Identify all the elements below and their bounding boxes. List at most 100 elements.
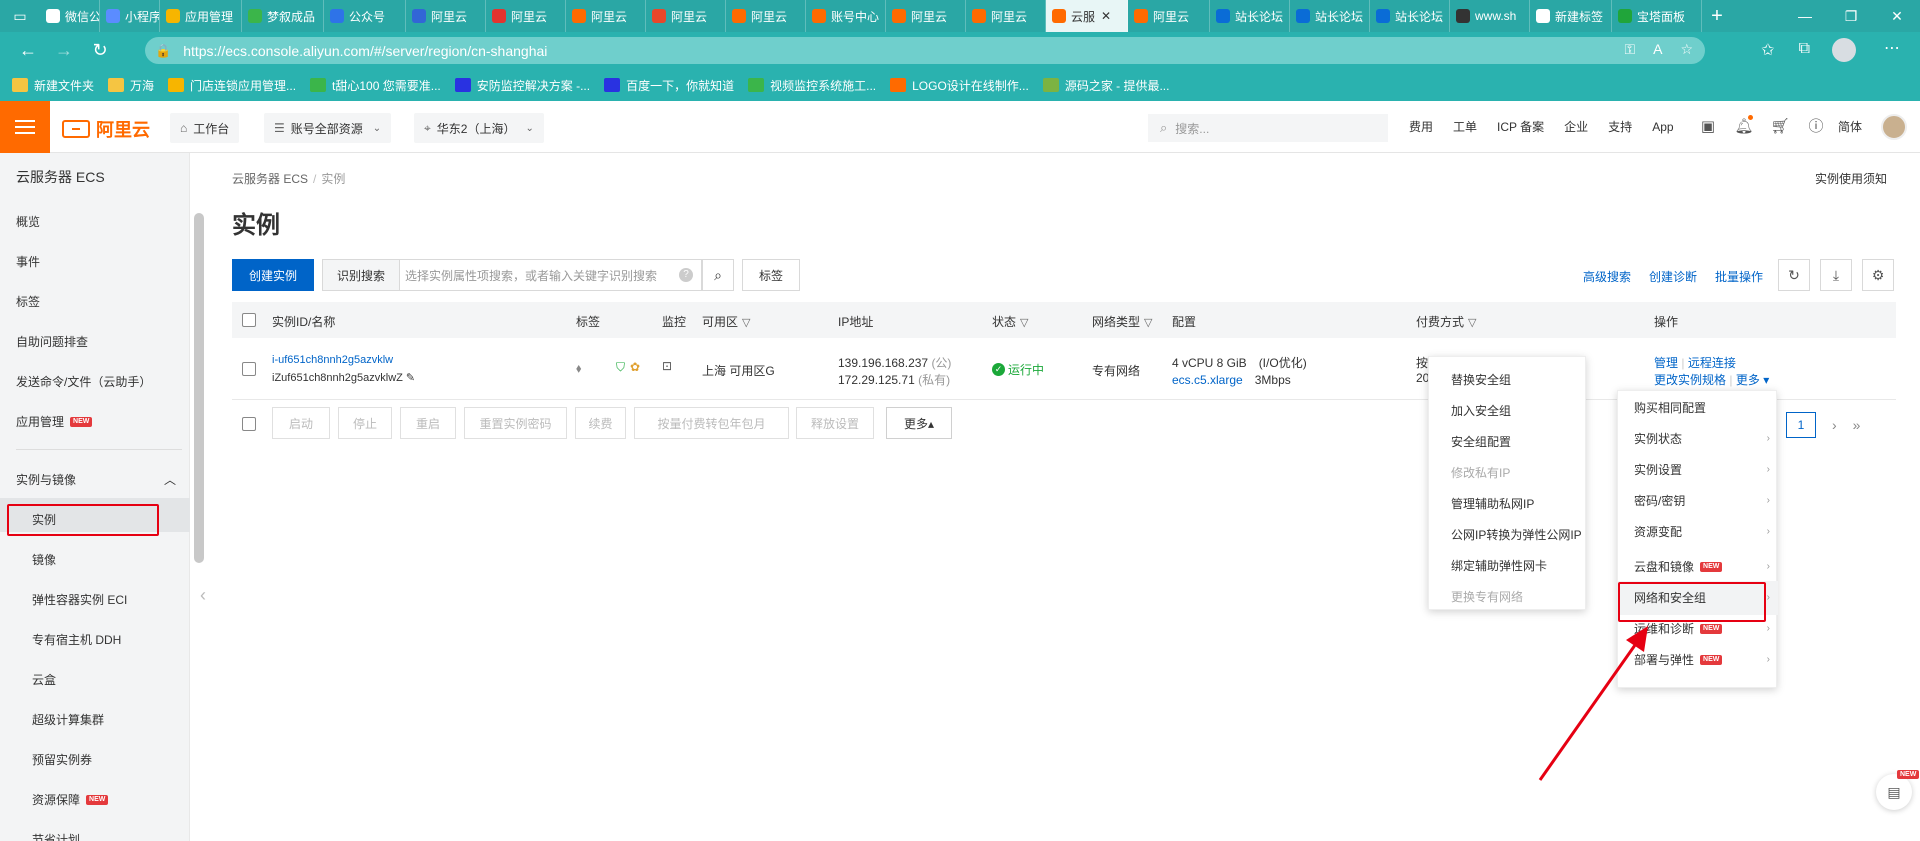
batch-operation-link[interactable]: 批量操作 [1715,268,1763,285]
bookmark-item[interactable]: 视频监控系统施工... [748,77,876,94]
browser-tab[interactable]: 梦叙成品 [242,0,324,32]
sidebar-item[interactable]: 超级计算集群 [32,711,104,728]
col-status[interactable]: 状态 ▽ [992,313,1028,330]
col-network[interactable]: 网络类型 ▽ [1092,313,1152,330]
region-select[interactable]: ⌖ 华东2（上海） ⌄ [414,113,544,143]
more-menu-item[interactable]: 云盘和镜像 NEW › [1634,558,1770,575]
more-menu-item[interactable]: 实例设置 › [1634,461,1770,478]
bookmark-item[interactable]: t甜心100 您需要准... [310,77,441,94]
terminal-icon[interactable]: ▣ [1690,117,1726,135]
sidebar-item[interactable]: 资源保障 NEW [32,791,109,808]
top-link[interactable]: 企业 [1564,118,1588,135]
back-icon[interactable]: ← [10,32,46,69]
browser-tab[interactable]: 账号中心 [806,0,886,32]
close-window-icon[interactable]: ✕ [1874,0,1920,32]
user-avatar[interactable] [1881,114,1907,140]
bookmark-item[interactable]: 新建文件夹 [12,77,94,94]
language-switch[interactable]: 简体 [1838,118,1862,135]
browser-tab[interactable]: 新建标签 [1530,0,1612,32]
browser-tab[interactable]: 阿里云 [1128,0,1210,32]
search-button[interactable]: ⌕ [702,259,734,291]
more-menu-item[interactable]: 密码/密钥 › [1634,492,1770,509]
sidebar-group-instances[interactable]: 实例与镜像 ︿ [16,471,176,488]
bookmark-item[interactable]: 万海 [108,77,154,94]
account-scope-select[interactable]: ☰ 账号全部资源 ⌄ [264,113,392,143]
more-menu-item[interactable]: 购买相同配置 [1634,399,1770,416]
url-field[interactable]: 🔒 https://ecs.console.aliyun.com/#/serve… [145,37,1705,64]
favorites-icon[interactable]: ✩ [1761,40,1774,60]
console-search-input[interactable]: ⌕ 搜索... [1148,114,1388,142]
sidebar-item[interactable]: 专有宿主机 DDH [32,631,121,648]
col-zone[interactable]: 可用区 ▽ [702,313,750,330]
page-1-button[interactable]: 1 [1786,412,1816,438]
collections-icon[interactable]: ⧉ [1799,40,1810,60]
row-checkbox[interactable] [242,362,256,376]
edit-icon[interactable]: ✎ [406,372,415,384]
sidebar-item[interactable]: 自助问题排查 [16,333,88,350]
change-spec-link[interactable]: 更改实例规格 [1654,373,1726,387]
bulk-select-checkbox[interactable] [242,417,256,431]
browser-tab[interactable]: 阿里云 [726,0,806,32]
bulk-action-button[interactable]: 启动 [272,407,330,439]
network-menu-item[interactable]: 公网IP转换为弹性公网IP [1451,526,1582,543]
sidebar-scrollbar[interactable] [194,213,204,563]
last-page-icon[interactable]: » [1853,417,1861,433]
instance-id-link[interactable]: i-uf651ch8nnh2g5azvklw [272,354,393,366]
browser-tab[interactable]: 阿里云 [566,0,646,32]
more-actions-link[interactable]: 更多 ▾ [1736,373,1769,387]
browser-tab[interactable]: 站长论坛 [1290,0,1370,32]
key-icon[interactable]: ⚿ [1624,41,1635,58]
create-diagnosis-link[interactable]: 创建诊断 [1649,268,1697,285]
top-link[interactable]: ICP 备案 [1497,118,1544,135]
sidebar-item[interactable]: 应用管理 NEW [16,413,93,430]
bell-icon[interactable]: 🔔︎ [1726,114,1762,135]
tab-actions-icon[interactable]: ▭ [0,0,40,32]
security-shield-icon[interactable]: ⛉ [616,360,625,375]
sidebar-collapse-icon[interactable]: ‹ [200,565,214,625]
col-billing[interactable]: 付费方式 ▽ [1416,313,1476,330]
more-menu-item[interactable]: 实例状态 › [1634,430,1770,447]
network-menu-item[interactable]: 绑定辅助弹性网卡 [1451,557,1547,574]
browser-tab[interactable]: www.sh [1450,0,1530,32]
bookmark-item[interactable]: LOGO设计在线制作... [890,77,1029,94]
top-link[interactable]: 支持 [1608,118,1632,135]
cart-icon[interactable]: 🛒︎ [1762,117,1798,135]
advanced-search-link[interactable]: 高级搜索 [1583,268,1631,285]
export-button[interactable]: ⤓ [1820,259,1852,291]
browser-tab[interactable]: 站长论坛 [1370,0,1450,32]
sidebar-item[interactable]: 标签 [16,293,40,310]
workbench-button[interactable]: ⌂ 工作台 [170,113,240,143]
browser-tab[interactable]: 云服 ✕ [1046,0,1128,32]
more-menu-item[interactable]: 资源变配 › [1634,523,1770,540]
bookmark-item[interactable]: 门店连锁应用管理... [168,77,296,94]
network-menu-item[interactable]: 加入安全组 [1451,402,1511,419]
sidebar-item[interactable]: 发送命令/文件（云助手） [16,373,151,390]
network-menu-item[interactable]: 安全组配置 [1451,433,1511,450]
tag-icon[interactable]: ⬧ [576,361,581,376]
select-all-checkbox[interactable] [242,313,256,327]
more-icon[interactable]: ⋯ [1884,38,1900,58]
browser-tab[interactable]: 阿里云 [886,0,966,32]
monitor-chart-icon[interactable]: ⊡ [662,359,672,373]
browser-tab[interactable]: 阿里云 [486,0,566,32]
bulk-action-button[interactable]: 释放设置 [796,407,874,439]
remote-connect-link[interactable]: 远程连接 [1688,356,1736,370]
sidebar-item[interactable]: 事件 [16,253,40,270]
help-icon[interactable]: ⓘ [1798,115,1834,136]
breadcrumb-ecs[interactable]: 云服务器 ECS [232,172,308,186]
search-mode-select[interactable]: 识别搜索 [322,259,400,291]
bulk-action-button[interactable]: 停止 [338,407,392,439]
manage-link[interactable]: 管理 [1654,356,1678,370]
browser-tab[interactable]: 小程序 [100,0,160,32]
sidebar-item[interactable]: 镜像 [32,551,56,568]
network-menu-item[interactable]: 替换安全组 [1451,371,1511,388]
network-menu-item[interactable]: 管理辅助私网IP [1451,495,1534,512]
bookmark-item[interactable]: 百度一下，你就知道 [604,77,734,94]
new-tab-button[interactable]: + [1702,5,1732,28]
profile-avatar[interactable] [1832,38,1856,62]
sidebar-item[interactable]: 云盒 [32,671,56,688]
refresh-button[interactable]: ↻ [1778,259,1810,291]
browser-tab[interactable]: 阿里云 [406,0,486,32]
instance-help-link[interactable]: 实例使用须知 [1815,170,1887,187]
sidebar-item[interactable]: 概览 [16,213,40,230]
